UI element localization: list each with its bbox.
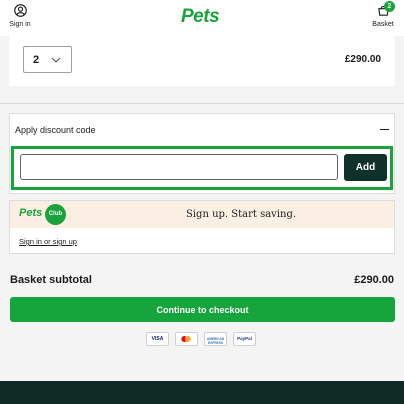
quantity-select[interactable]: 2 <box>23 46 72 73</box>
item-price: £290.00 <box>344 54 381 65</box>
collapse-icon[interactable] <box>380 129 389 130</box>
amex-icon: AMERICAN EXPRESS <box>204 332 227 346</box>
subtotal-value: £290.00 <box>354 274 394 286</box>
sign-in-link[interactable]: Sign in <box>8 4 32 28</box>
sign-in-label: Sign in <box>9 21 31 28</box>
user-icon <box>13 4 27 17</box>
paypal-icon: PayPal <box>233 332 256 346</box>
basket-count-badge: 2 <box>384 1 395 12</box>
site-footer <box>0 381 404 404</box>
add-discount-button[interactable]: Add <box>344 154 387 181</box>
club-badge: Club <box>45 204 66 225</box>
section-divider <box>0 103 404 104</box>
club-tagline: Sign up. Start saving. <box>186 209 297 220</box>
site-header: Sign in Pets 2 Basket <box>0 0 404 36</box>
payment-methods: VISA AMERICAN EXPRESS PayPal <box>146 332 258 346</box>
pets-club-header: Pets Club Sign up. Start saving. <box>10 201 394 228</box>
basket-link[interactable]: 2 Basket <box>371 1 395 28</box>
club-sign-in-link[interactable]: Sign in or sign up <box>19 237 77 246</box>
mastercard-icon <box>175 332 198 346</box>
visa-icon: VISA <box>146 332 169 346</box>
pets-logo[interactable]: Pets <box>181 6 220 28</box>
quantity-value: 2 <box>33 54 40 66</box>
discount-form-highlight: Add <box>11 146 393 190</box>
pets-club-logo: Pets <box>19 207 43 219</box>
subtotal-label: Basket subtotal <box>10 274 92 286</box>
basket-label: Basket <box>372 21 394 28</box>
discount-title[interactable]: Apply discount code <box>15 125 96 135</box>
chevron-down-icon <box>51 57 61 63</box>
checkout-button[interactable]: Continue to checkout <box>10 297 395 322</box>
discount-code-input[interactable] <box>20 154 338 180</box>
basket-item-card: 2 £290.00 <box>9 36 395 86</box>
pets-club-banner: Pets Club Sign up. Start saving. Sign in… <box>9 200 395 254</box>
discount-panel: Apply discount code Add <box>9 113 395 194</box>
